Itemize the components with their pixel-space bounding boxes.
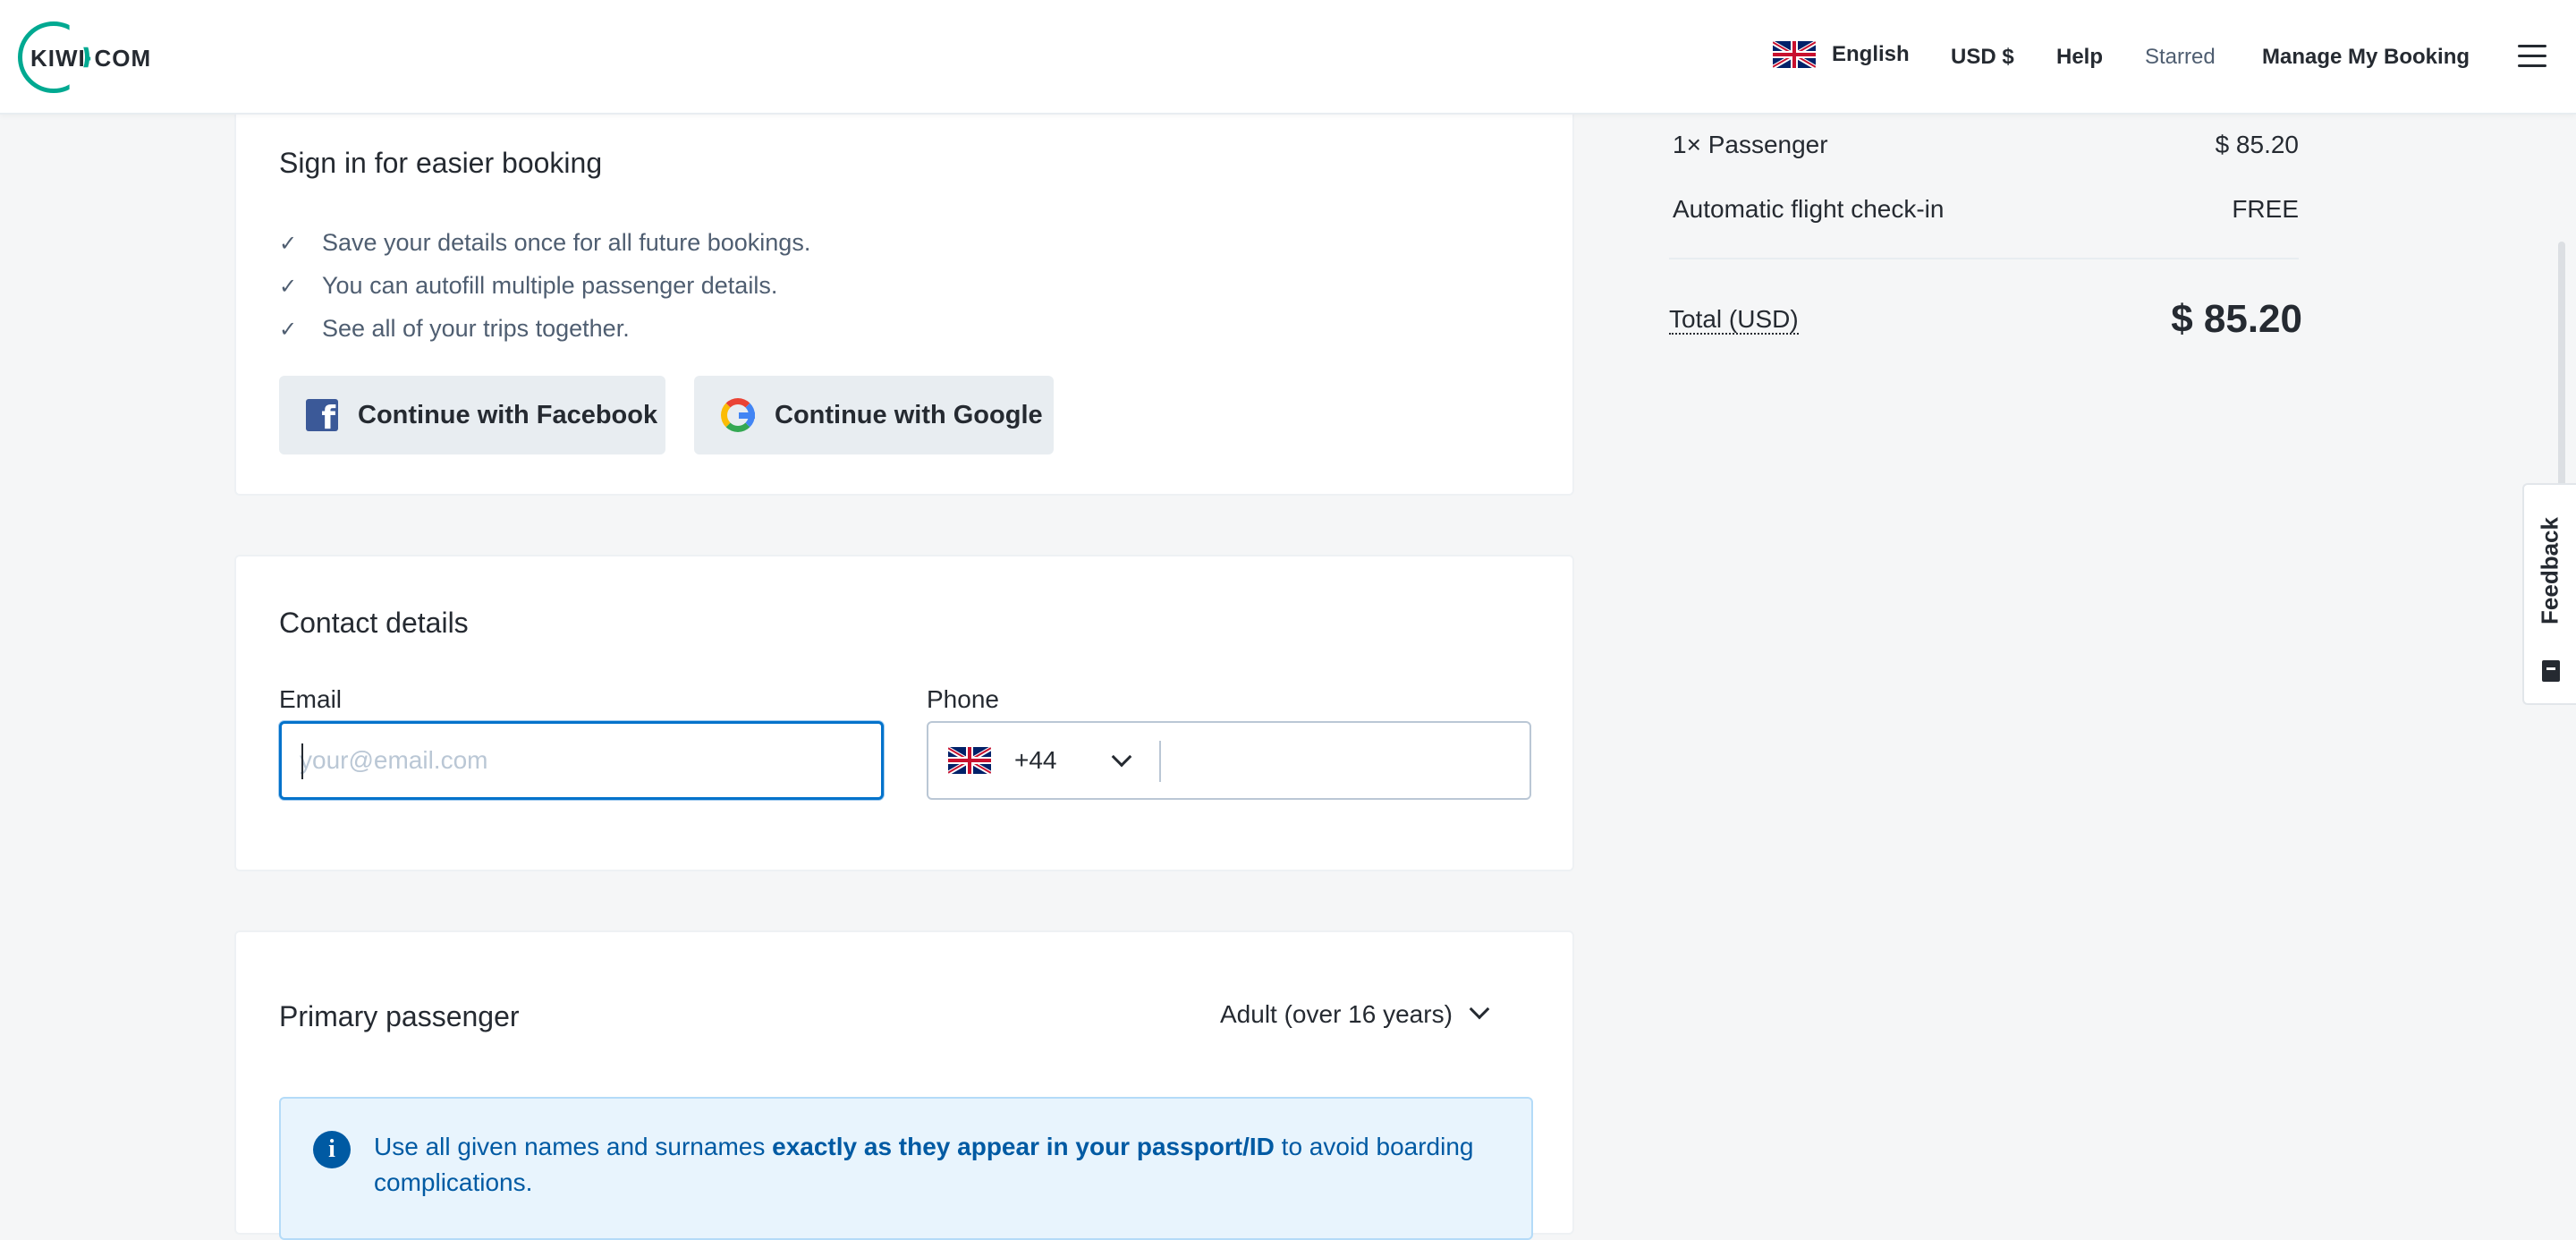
email-field[interactable] [282, 724, 881, 797]
logo-dot: · [85, 45, 95, 72]
facebook-icon: f [306, 399, 338, 431]
check-icon: ✓ [279, 318, 298, 342]
contact-details-card: Contact details Email Phone +44 [234, 555, 1574, 871]
check-icon: ✓ [279, 275, 298, 299]
google-icon [721, 398, 755, 432]
united-kingdom-flag-icon [948, 747, 991, 774]
hamburger-icon[interactable] [2518, 45, 2546, 68]
facebook-button-label: Continue with Facebook [358, 400, 658, 429]
logo-text-left: KIWI [30, 45, 86, 72]
chevron-down-icon [1469, 998, 1490, 1020]
primary-passenger-card: Primary passenger Adult (over 16 years) … [234, 930, 1574, 1240]
total-value: $ 85.20 [2171, 297, 2302, 341]
benefit-item: ✓ You can autofill multiple passenger det… [279, 272, 777, 300]
phone-country-code: +44 [1014, 746, 1057, 774]
manage-booking-link[interactable]: Manage My Booking [2262, 45, 2470, 70]
feedback-label: Feedback [2536, 517, 2563, 624]
signin-title: Sign in for easier booking [279, 147, 603, 179]
top-header: KIWI·COM English USD $ Help Starred Mana… [0, 0, 2576, 115]
benefit-item: ✓ Save your details once for all future b… [279, 229, 810, 257]
check-icon: ✓ [279, 232, 298, 256]
continue-with-facebook-button[interactable]: f Continue with Facebook [279, 376, 665, 454]
kiwi-logo[interactable]: KIWI·COM [18, 21, 170, 93]
passenger-title: Primary passenger [279, 1000, 520, 1032]
starred-link[interactable]: Starred [2145, 45, 2216, 70]
info-text-before: Use all given names and surnames [374, 1133, 773, 1160]
phone-number-field[interactable] [1168, 723, 1526, 798]
contact-title: Contact details [279, 607, 469, 639]
info-text: Use all given names and surnames exactly… [374, 1129, 1501, 1201]
google-button-label: Continue with Google [775, 400, 1043, 429]
phone-separator [1159, 741, 1161, 782]
benefit-item: ✓ See all of your trips together. [279, 315, 630, 343]
email-label: Email [279, 685, 343, 713]
logo-text-right: COM [94, 45, 152, 72]
phone-label: Phone [927, 685, 999, 713]
summary-row-value: FREE [2232, 195, 2299, 223]
feedback-tab[interactable]: Feedback [2522, 483, 2576, 705]
continue-with-google-button[interactable]: Continue with Google [694, 376, 1054, 454]
united-kingdom-flag-icon [1773, 41, 1816, 68]
info-icon: i [313, 1131, 351, 1168]
summary-row-value: $ 85.20 [2215, 131, 2299, 158]
email-field-wrapper [279, 721, 884, 800]
benefit-text: You can autofill multiple passenger deta… [322, 272, 778, 299]
summary-divider [1669, 258, 2299, 259]
benefit-text: Save your details once for all future bo… [322, 229, 811, 256]
passport-info-alert: i Use all given names and surnames exact… [279, 1097, 1533, 1240]
text-caret [301, 743, 303, 779]
currency-selector[interactable]: USD $ [1951, 45, 2014, 70]
help-link[interactable]: Help [2056, 45, 2103, 70]
phone-field-wrapper: +44 [927, 721, 1531, 800]
passenger-type-select[interactable]: Adult (over 16 years) [1220, 998, 1490, 1029]
logo-text: KIWI·COM [30, 45, 151, 72]
language-selector[interactable]: English [1773, 41, 1910, 68]
summary-row-label: Automatic flight check-in [1673, 195, 1945, 223]
benefit-text: See all of your trips together. [322, 315, 630, 342]
feedback-icon [2542, 660, 2560, 682]
passenger-type-value: Adult (over 16 years) [1220, 1000, 1453, 1028]
phone-country-selector[interactable]: +44 [928, 723, 1161, 798]
summary-row-label: 1× Passenger [1673, 131, 1828, 158]
total-label[interactable]: Total (USD) [1669, 306, 1799, 335]
info-text-bold: exactly as they appear in your passport/… [772, 1133, 1275, 1160]
language-label: English [1832, 42, 1910, 66]
signin-card: Sign in for easier booking ✓ Save your de… [234, 98, 1574, 496]
chevron-down-icon [1111, 746, 1132, 768]
